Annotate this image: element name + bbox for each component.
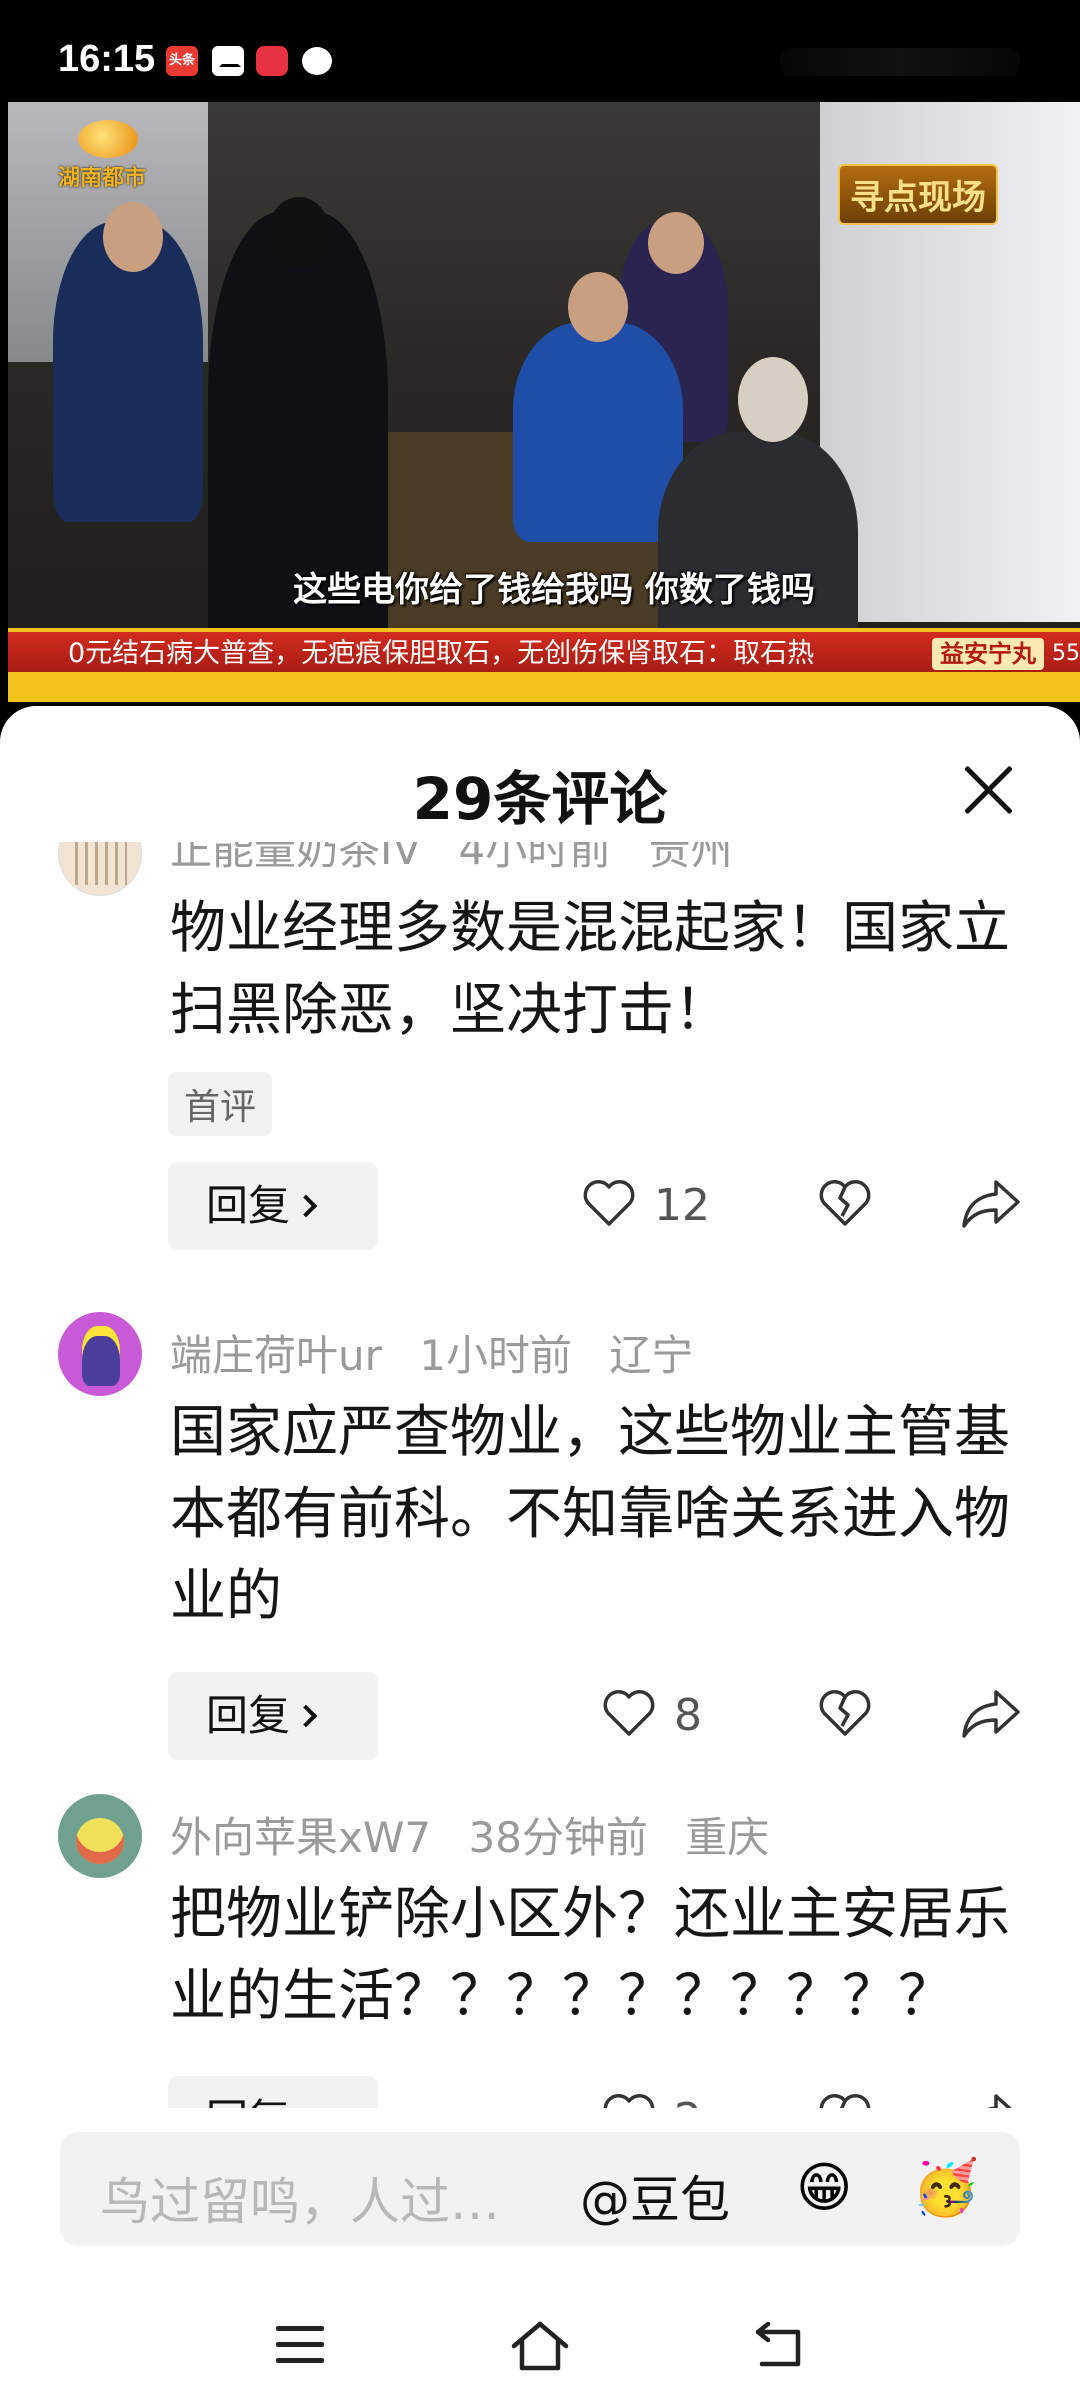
video-person-head (568, 272, 628, 342)
program-badge: 寻点现场 (838, 164, 998, 225)
system-navigation-bar (0, 2280, 1080, 2408)
news-app-icon: 头条 (166, 46, 198, 76)
app-notification-icon (256, 46, 288, 76)
heart-icon[interactable] (582, 1178, 636, 1228)
channel-logo-mark (78, 120, 138, 158)
comment-input[interactable]: 鸟过留鸣，人过… @豆包 😁 🥳 (60, 2132, 1020, 2246)
mail-icon (212, 46, 244, 76)
comment-count-title: 29条评论 (412, 765, 668, 833)
reply-button[interactable]: 回复 (168, 1672, 378, 1760)
menu-icon[interactable] (276, 2326, 324, 2366)
like-count: 12 (654, 1180, 710, 1231)
comment-actions: 2 (582, 2076, 1022, 2108)
chevron-right-icon (294, 1704, 318, 1728)
broken-heart-icon[interactable] (818, 1178, 872, 1228)
grin-emoji-icon[interactable]: 😁 (796, 2158, 852, 2218)
comment-text: 把物业铲除小区外？还业主安居乐业的生活？？？？？？？？？？ (170, 1882, 1010, 2029)
comment-time: 1小时前 (419, 1331, 572, 1380)
reply-button[interactable]: 回复 (168, 2076, 378, 2108)
avatar[interactable] (58, 842, 142, 896)
heart-icon[interactable] (602, 1688, 656, 1738)
video-person-head (268, 197, 330, 269)
ticker-badge: 益安宁丸 (932, 638, 1044, 670)
avatar[interactable] (58, 1794, 142, 1878)
first-comment-tag: 首评 (168, 1072, 273, 1136)
reply-button[interactable]: 回复 (168, 1162, 378, 1250)
ticker-text: 0元结石病大普查，无疤痕保胆取石，无创伤保肾取石：取石热 (68, 638, 815, 669)
broken-heart-icon[interactable] (818, 1688, 872, 1738)
comment-username[interactable]: 正能量奶茶IV (170, 842, 421, 874)
comment-location: 重庆 (685, 1813, 770, 1862)
channel-logo: 湖南都市 (58, 120, 146, 192)
comment-input-placeholder[interactable]: 鸟过留鸣，人过… (100, 2162, 500, 2234)
chevron-right-icon (294, 1194, 318, 1218)
video-subtitle: 这些电你给了钱给我吗 你数了钱吗 (293, 570, 815, 610)
comment-actions: 8 (582, 1672, 1022, 1760)
video-bottom-strip (8, 672, 1080, 702)
comment-text: 国家应严查物业，这些物业主管基本都有前科。不知靠啥关系进入物业的 (170, 1400, 1010, 1629)
comment-location: 辽宁 (609, 1331, 694, 1380)
like-count: 8 (674, 1690, 702, 1741)
like-count: 2 (674, 2094, 702, 2108)
video-player[interactable]: 湖南都市 寻点现场 这些电你给了钱给我吗 你数了钱吗 0元结石病大普查，无疤痕保… (8, 102, 1080, 702)
close-icon[interactable] (960, 762, 1016, 818)
heart-icon[interactable] (602, 2092, 656, 2108)
comment-location: 贵州 (648, 842, 733, 874)
share-icon[interactable] (960, 1176, 1022, 1230)
video-person-head (738, 357, 808, 442)
back-icon[interactable] (752, 2322, 808, 2370)
ticker-extra: 55 (1052, 641, 1080, 666)
broken-heart-icon[interactable] (818, 2092, 872, 2108)
reply-label: 回复 (206, 2095, 290, 2108)
status-bar: 16:15 头条 (0, 0, 1080, 100)
reply-label: 回复 (206, 1691, 291, 1740)
chat-bubble-icon (302, 47, 332, 75)
share-icon[interactable] (960, 1686, 1022, 1740)
comment-meta: 正能量奶茶IV 4小时前 贵州 (170, 842, 757, 877)
comment-time: 4小时前 (458, 842, 612, 874)
comment-list[interactable]: 正能量奶茶IV 4小时前 贵州 物业经理多数是混混起家！国家立扫黑除恶，坚决打击… (0, 842, 1080, 2108)
reply-label: 回复 (206, 1181, 291, 1230)
channel-logo-text: 湖南都市 (58, 166, 147, 191)
home-icon[interactable] (510, 2320, 570, 2372)
news-ticker: 0元结石病大普查，无疤痕保胆取石，无创伤保肾取石：取石热 益安宁丸 55 (8, 628, 1080, 672)
party-emoji-icon[interactable]: 🥳 (912, 2158, 979, 2218)
video-person-head (648, 212, 704, 274)
comment-username[interactable]: 外向苹果xW7 (170, 1813, 431, 1862)
comment-time: 38分钟前 (468, 1813, 648, 1862)
mention-doubao-button[interactable]: @豆包 (580, 2160, 730, 2232)
video-person (513, 322, 683, 542)
status-system-icons (780, 48, 1020, 76)
comment-actions: 12 (582, 1162, 1022, 1250)
avatar[interactable] (58, 1312, 142, 1396)
comment-text: 物业经理多数是混混起家！国家立扫黑除恶，坚决打击！ (170, 896, 1010, 1043)
video-person-head (103, 202, 163, 272)
share-icon[interactable] (960, 2090, 1022, 2108)
comment-username[interactable]: 端庄荷叶ur (170, 1331, 382, 1380)
comment-meta: 端庄荷叶ur 1小时前 辽宁 (170, 1322, 717, 1383)
status-time: 16:15 (58, 38, 156, 80)
comment-meta: 外向苹果xW7 38分钟前 重庆 (170, 1804, 793, 1865)
